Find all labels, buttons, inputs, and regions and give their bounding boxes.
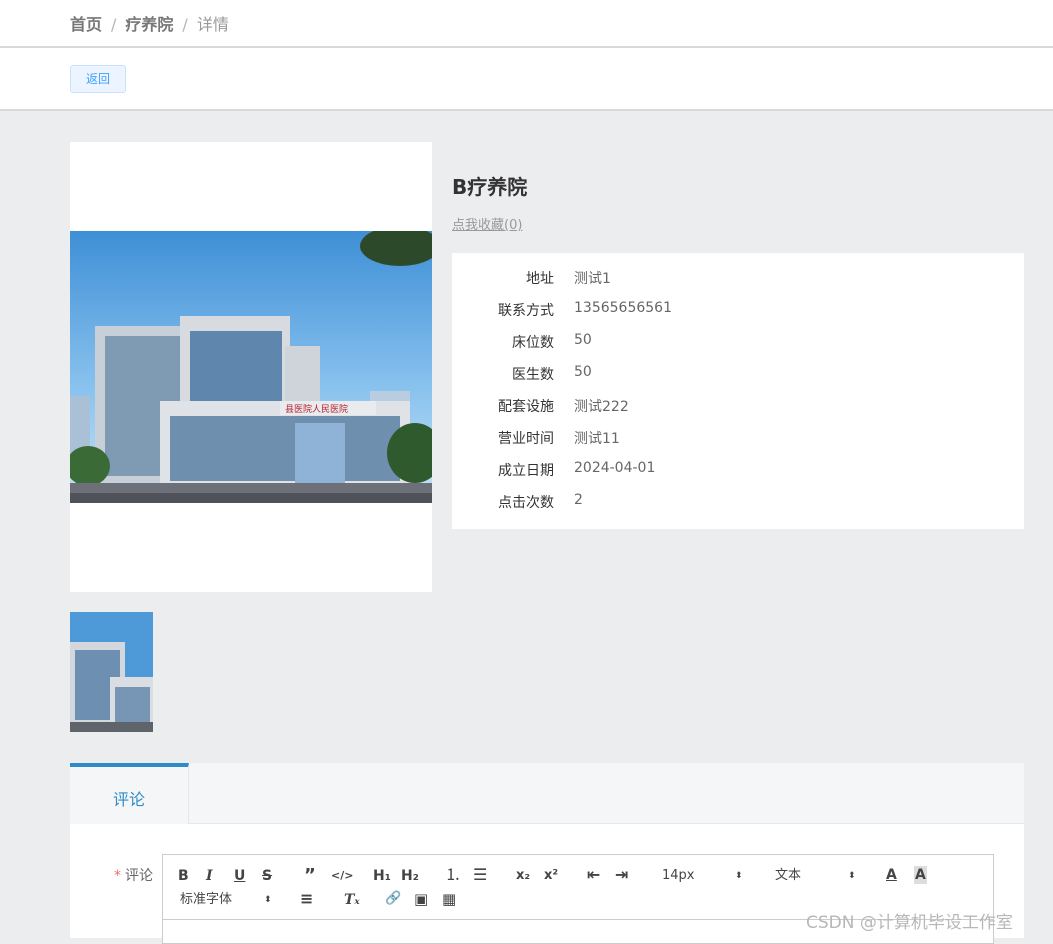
tab-bar: 评论 [70,763,1024,824]
thumbnail-image[interactable] [70,612,153,732]
action-bar: 返回 [0,48,1053,111]
breadcrumb: 首页 / 疗养院 / 详情 [70,11,229,35]
info-label: 医生数 [512,367,554,383]
breadcrumb-section[interactable]: 疗养院 [125,15,173,34]
info-value: 13565656561 [574,300,672,316]
block-format-picker[interactable]: 文本 ⬍ [775,867,860,885]
main-image: 县医院人民医院 [70,231,432,503]
image-icon[interactable]: ▣ [414,890,428,908]
strikethrough-icon[interactable]: S [262,867,272,885]
indent-icon[interactable]: ⇥ [615,866,628,884]
info-card: 地址 测试1 联系方式 13565656561 床位数 50 医生数 50 配套… [452,253,1024,529]
required-mark: * [114,868,121,884]
bold-icon[interactable]: B [178,867,189,885]
breadcrumb-bar: 首页 / 疗养院 / 详情 [0,0,1053,48]
info-label: 地址 [526,271,554,287]
info-value: 测试1 [574,271,611,287]
font-color-icon[interactable]: A [886,866,897,884]
breadcrumb-current: 详情 [196,15,229,34]
link-icon[interactable]: 🔗 [385,890,401,908]
ordered-list-icon[interactable]: ⒈ [445,866,461,884]
info-row-founded: 成立日期 2024-04-01 [452,449,1024,481]
info-value: 50 [574,364,592,380]
font-family-picker[interactable]: 标准字体 ⬍ [180,891,275,909]
block-format-value: 文本 [775,868,802,883]
main-image-container: 县医院人民医院 [70,142,432,592]
info-value: 测试222 [574,399,629,415]
superscript-icon[interactable]: x² [544,867,558,885]
underline-icon[interactable]: U [234,867,245,885]
watermark: CSDN @计算机毕设工作室 [806,913,1013,933]
video-icon[interactable]: ▦ [442,890,456,908]
font-family-value: 标准字体 [180,892,233,907]
picker-arrow-icon: ⬍ [848,871,856,881]
info-row-doctors: 医生数 50 [452,353,1024,385]
info-row-hours: 营业时间 测试11 [452,417,1024,449]
font-size-value: 14px [662,868,695,883]
breadcrumb-separator: / [111,15,117,34]
breadcrumb-home[interactable]: 首页 [70,15,102,34]
subscript-icon[interactable]: x₂ [516,867,530,885]
info-row-facilities: 配套设施 测试222 [452,385,1024,417]
info-label: 点击次数 [498,495,554,511]
info-value: 测试11 [574,431,620,447]
tab-comment[interactable]: 评论 [70,763,189,824]
code-block-icon[interactable]: </> [331,867,353,885]
comment-label: * 评论 [114,865,153,885]
info-label: 成立日期 [498,463,554,479]
picker-arrow-icon: ⬍ [264,895,272,905]
clear-format-icon[interactable]: Tₓ [344,891,360,909]
align-icon[interactable]: ≡ [300,890,313,908]
info-label: 营业时间 [498,431,554,447]
info-row-clicks: 点击次数 2 [452,481,1024,513]
info-label: 联系方式 [498,303,554,319]
favorite-link[interactable]: 点我收藏(0) [452,214,522,233]
info-row-address: 地址 测试1 [452,257,1024,289]
blockquote-icon[interactable]: ” [304,867,316,885]
info-value: 50 [574,332,592,348]
info-row-contact: 联系方式 13565656561 [452,289,1024,321]
page-title: B疗养院 [452,175,528,199]
italic-icon[interactable]: I [206,867,213,885]
svg-text:县医院人民医院: 县医院人民医院 [285,403,348,415]
background-color-icon[interactable]: A [914,866,927,884]
info-value: 2024-04-01 [574,460,656,476]
comment-label-text: 评论 [125,868,153,884]
info-label: 配套设施 [498,399,554,415]
info-label: 床位数 [512,335,554,351]
info-row-beds: 床位数 50 [452,321,1024,353]
picker-arrow-icon: ⬍ [735,871,743,881]
info-value: 2 [574,492,583,508]
bullet-list-icon[interactable]: ☰ [473,866,487,884]
back-button[interactable]: 返回 [70,65,126,93]
breadcrumb-separator: / [182,15,188,34]
outdent-icon[interactable]: ⇤ [587,866,600,884]
font-size-picker[interactable]: 14px ⬍ [662,867,747,885]
header-1-icon[interactable]: H₁ [373,867,391,885]
header-2-icon[interactable]: H₂ [401,867,419,885]
